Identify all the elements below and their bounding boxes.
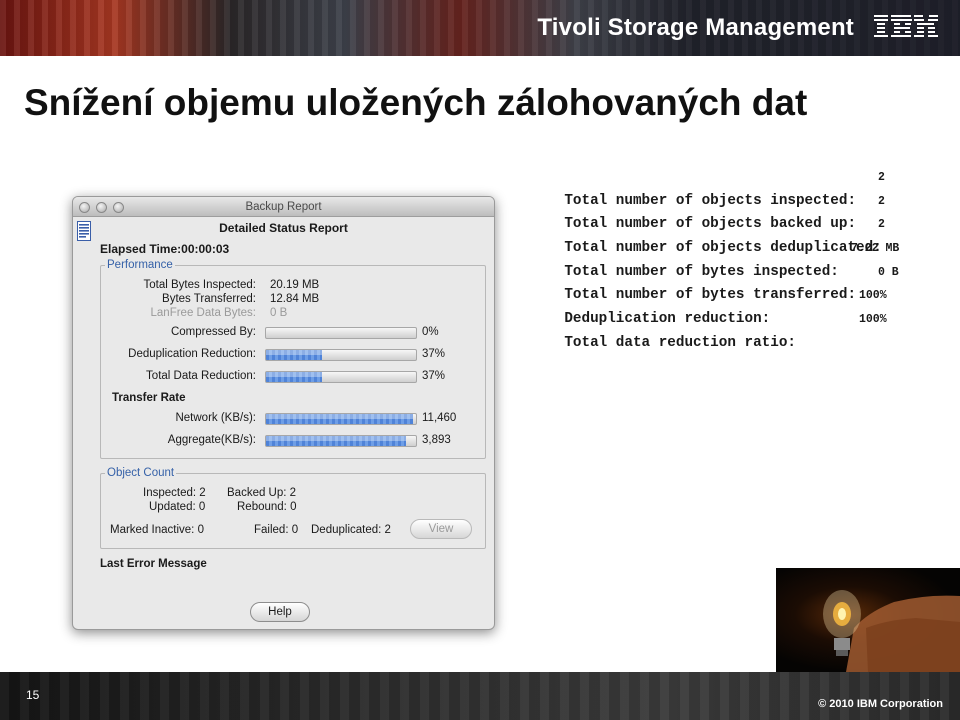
footer-texture (0, 672, 960, 720)
ibm-logo (874, 15, 938, 37)
last-error-label: Last Error Message (100, 558, 207, 570)
network-rate-value: 11,460 (422, 412, 457, 424)
slide-title: Snížení objemu uložených zálohovaných da… (24, 82, 808, 123)
total-bytes-inspected-label: Total Bytes Inspected: (143, 279, 256, 291)
console-line: Total data reduction ratio: 100% (530, 308, 886, 351)
failed-count: Failed: 0 (254, 524, 299, 536)
total-data-reduction-fill (266, 372, 322, 382)
aggregate-rate-fill (266, 436, 406, 446)
product-title: Tivoli Storage Management (537, 14, 854, 41)
console-output: Total number of objects inspected: 2 Tot… (530, 166, 899, 351)
console-value: 2 (878, 171, 885, 184)
dedup-reduction-progress (265, 349, 417, 361)
lanfree-bytes-value: 0 B (270, 307, 288, 319)
copyright-text: © 2010 IBM Corporation (818, 698, 943, 710)
console-value: 7.22 MB (851, 242, 900, 256)
console-value: 0 B (878, 265, 899, 279)
hand-holding-bulb-icon (823, 590, 960, 672)
window-title: Backup Report (245, 201, 322, 213)
network-rate-progress (265, 413, 417, 425)
console-line: Total number of objects inspected: 2 (530, 166, 885, 209)
dedup-reduction-fill (266, 350, 322, 360)
total-data-reduction-value: 37% (422, 370, 446, 382)
console-line: Total number of objects backed up: 2 (530, 190, 885, 233)
window-titlebar[interactable]: Backup Report (73, 197, 494, 217)
console-line: Deduplication reduction: 100% (530, 284, 886, 327)
bytes-transferred-value: 12.84 MB (270, 293, 320, 305)
aggregate-rate-label: Aggregate(KB/s): (167, 434, 256, 446)
console-value: 100% (859, 289, 887, 303)
console-line: Total number of objects deduplicated: 2 (530, 213, 885, 256)
help-button[interactable]: Help (250, 602, 310, 622)
dedup-reduction-value: 37% (422, 348, 446, 360)
report-heading: Detailed Status Report (219, 221, 348, 235)
lanfree-bytes-label: LanFree Data Bytes: (150, 307, 256, 319)
marked-inactive-count: Marked Inactive: 0 (110, 524, 204, 536)
elapsed-time: Elapsed Time:00:00:03 (100, 242, 230, 256)
aggregate-rate-progress (265, 435, 417, 447)
console-line: Total number of bytes inspected: 7.22 MB (530, 237, 899, 280)
compressed-by-value: 0% (422, 326, 439, 338)
performance-legend: Performance (107, 259, 173, 271)
compressed-by-progress (265, 327, 417, 339)
updated-count: Updated: 0 (149, 501, 206, 513)
dedup-reduction-label: Deduplication Reduction: (128, 348, 256, 360)
compressed-by-label: Compressed By: (170, 326, 256, 338)
footer-band: 15 © 2010 IBM Corporation (0, 672, 960, 720)
total-data-reduction-progress (265, 371, 417, 383)
console-value: 2 (878, 194, 885, 208)
backed-up-count: Backed Up: 2 (227, 487, 297, 499)
lightbulb-photo (776, 568, 960, 672)
bytes-transferred-label: Bytes Transferred: (162, 293, 256, 305)
transfer-rate-heading: Transfer Rate (112, 392, 186, 404)
console-label: Total data reduction ratio: (564, 334, 796, 351)
network-rate-fill (266, 414, 413, 424)
deduplicated-count: Deduplicated: 2 (311, 524, 391, 536)
rebound-count: Rebound: 0 (237, 501, 297, 513)
aggregate-rate-value: 3,893 (422, 434, 451, 446)
total-bytes-inspected-value: 20.19 MB (270, 279, 320, 291)
console-value: 100% (859, 313, 887, 327)
console-value: 2 (878, 218, 885, 232)
backup-report-window: Backup Report Detailed Status Report Ela… (72, 196, 495, 630)
console-line: Total number of bytes transferred: 0 B (530, 261, 898, 304)
total-data-reduction-label: Total Data Reduction: (146, 370, 256, 382)
view-button[interactable]: View (410, 519, 472, 539)
inspected-count: Inspected: 2 (143, 487, 206, 499)
object-count-legend: Object Count (107, 467, 175, 479)
page-number: 15 (26, 688, 40, 702)
network-rate-label: Network (KB/s): (175, 412, 256, 424)
